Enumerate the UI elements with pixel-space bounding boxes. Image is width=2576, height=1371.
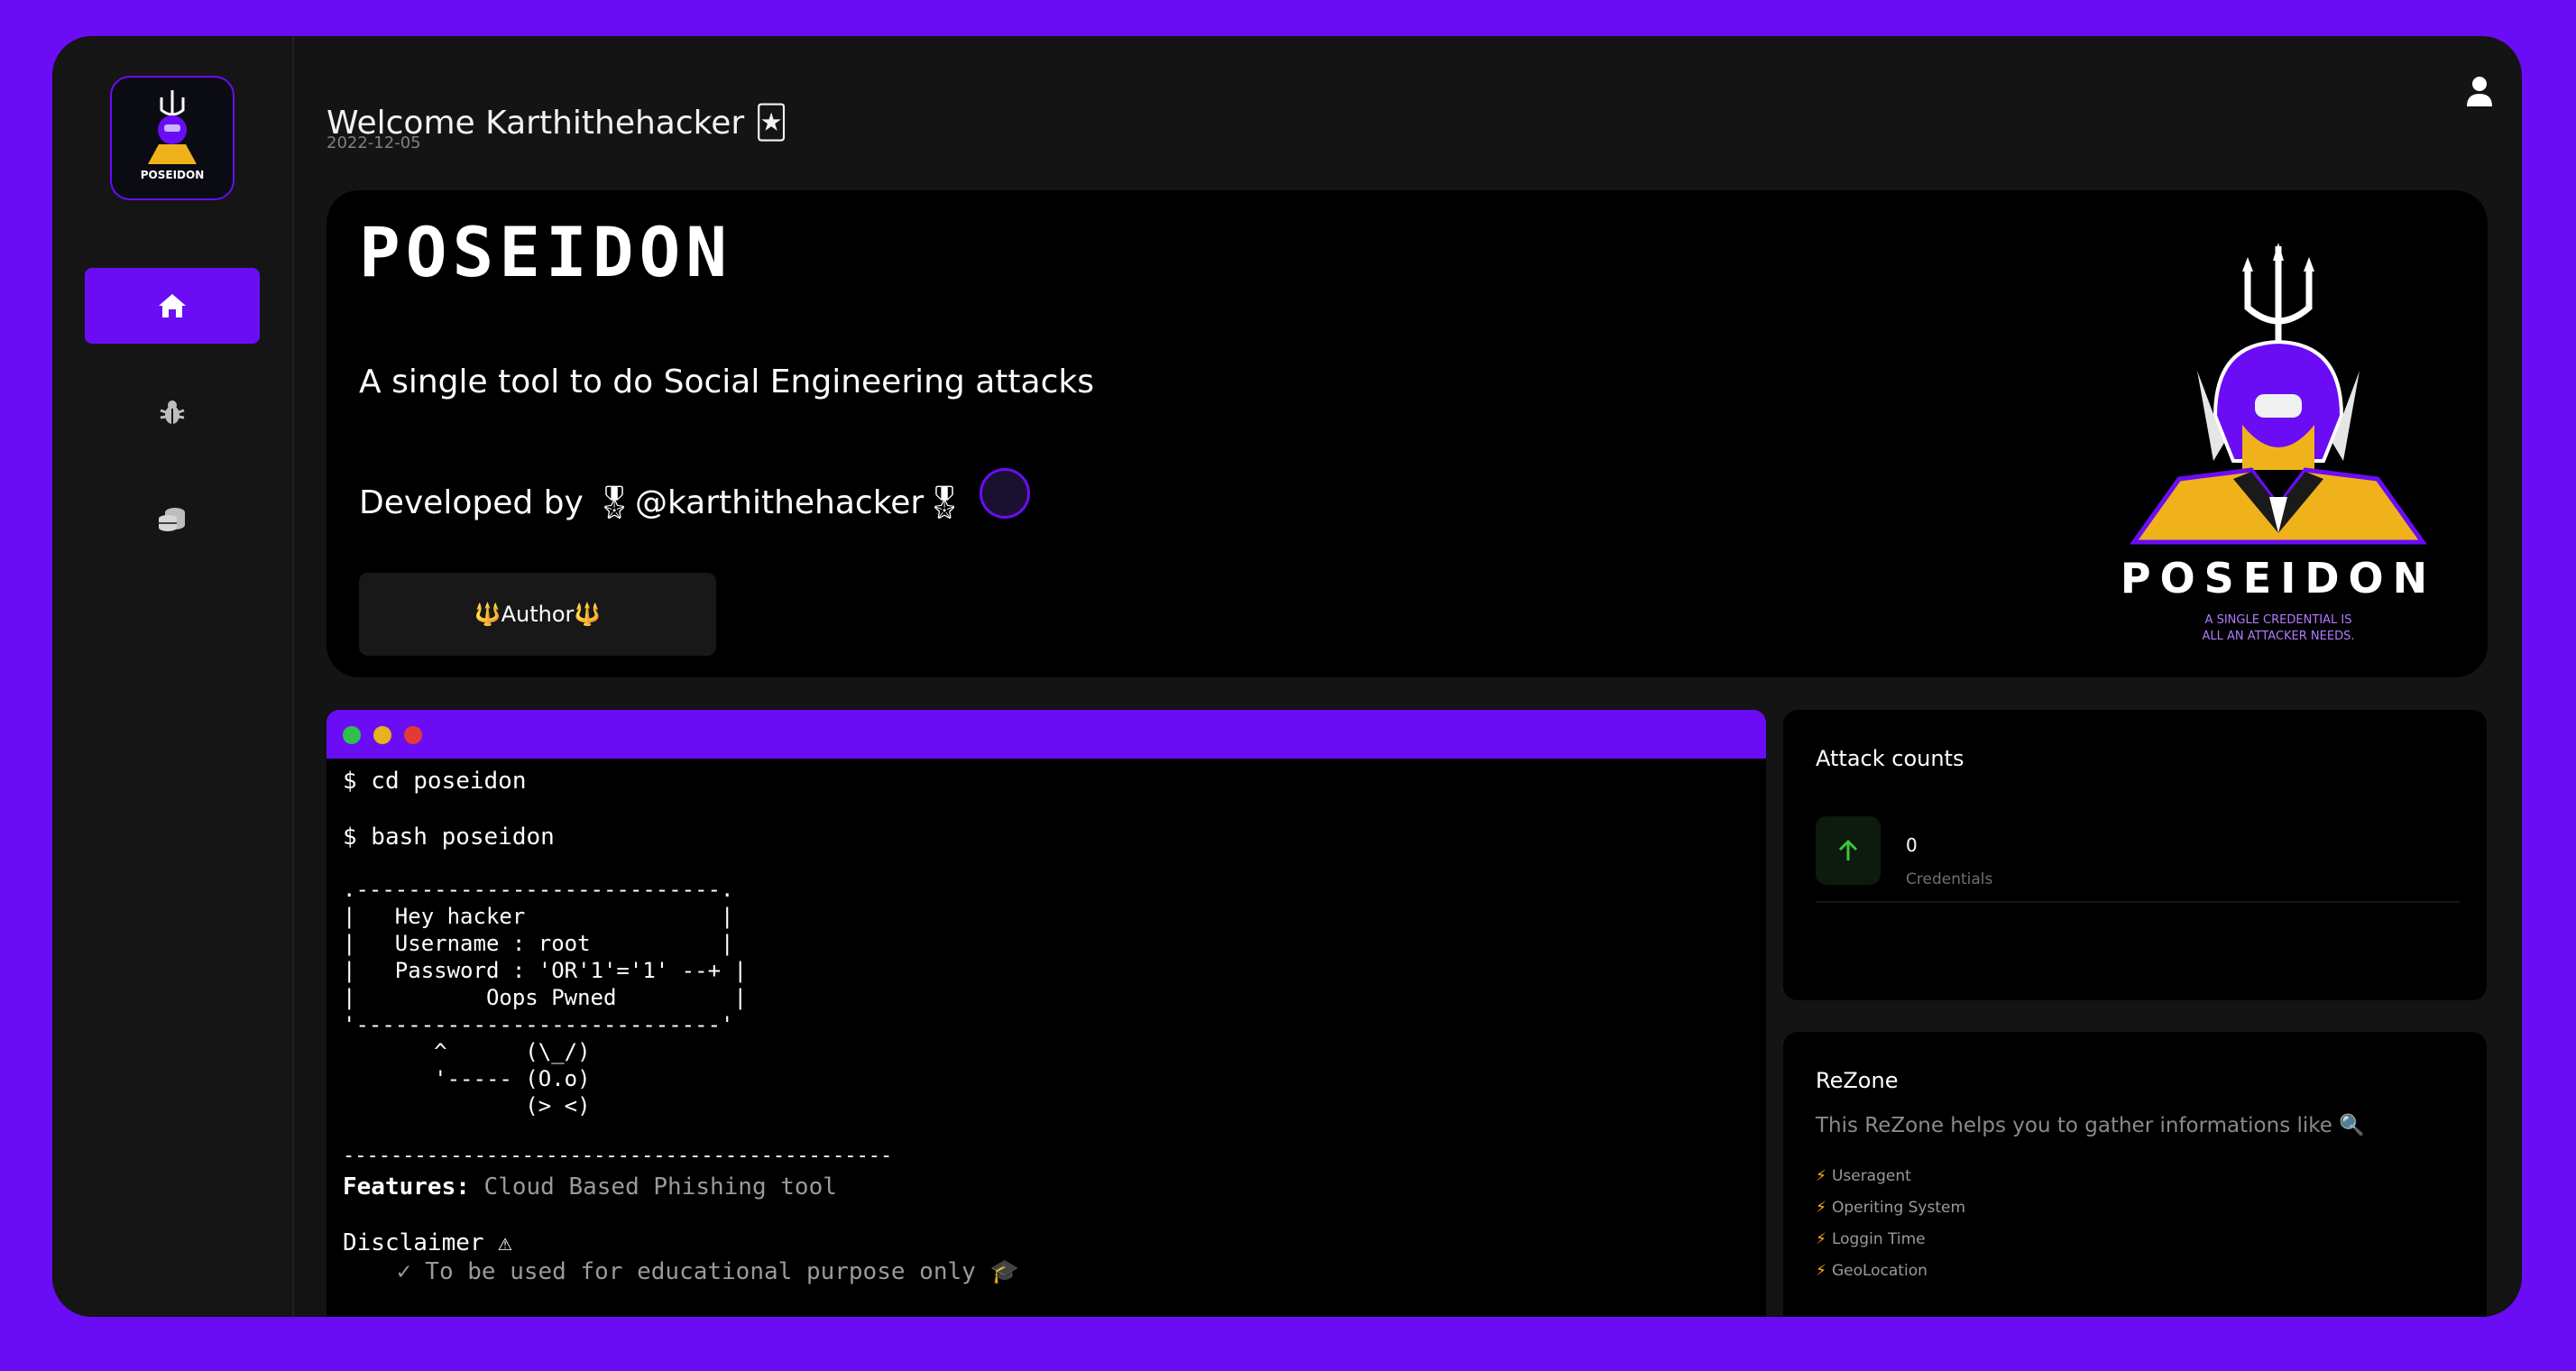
home-icon	[159, 294, 186, 317]
list-item: ⚡ Operiting System	[1816, 1199, 1966, 1217]
developer-credit-text: Developed by 🎖@karthithehacker🎖	[359, 484, 965, 521]
lightning-icon: ⚡	[1816, 1199, 1826, 1217]
list-item: ⚡ Loggin Time	[1816, 1230, 1926, 1248]
developer-credit: Developed by 🎖@karthithehacker🎖	[359, 468, 1030, 528]
app-window: POSEIDON Welcome Karthithehacker 🃏 2022-…	[52, 36, 2522, 1317]
sidebar-item-home[interactable]	[85, 268, 260, 344]
divider	[1816, 901, 2460, 903]
arrow-up-icon	[1816, 816, 1881, 885]
window-close-dot[interactable]	[404, 726, 422, 744]
poseidon-logo-icon: POSEIDON	[141, 90, 205, 181]
database-icon	[159, 508, 185, 531]
lightning-icon: ⚡	[1816, 1167, 1826, 1185]
mascot-tagline-2: ALL AN ATTACKER NEEDS.	[2203, 630, 2355, 643]
list-item: ⚡ GeoLocation	[1816, 1262, 1927, 1280]
rezone-title: ReZone	[1816, 1068, 1899, 1093]
author-button[interactable]: 🔱Author🔱	[359, 573, 716, 656]
hero-subtitle: A single tool to do Social Engineering a…	[359, 363, 1094, 400]
list-item: ⚡ Useragent	[1816, 1167, 1911, 1185]
mascot-logo-title: POSEIDON	[2121, 554, 2436, 603]
terminal-output: $ cd poseidon $ bash poseidon .---------…	[343, 768, 1750, 1317]
terminal-command: $ bash poseidon	[343, 824, 555, 851]
ascii-art: .----------------------------. | Hey hac…	[343, 877, 747, 1118]
attack-counts-panel: Attack counts 0 Credentials	[1783, 710, 2487, 1000]
sidebar: POSEIDON	[52, 36, 294, 1317]
sidebar-item-database[interactable]	[85, 482, 260, 557]
hero-banner: POSEIDON A single tool to do Social Engi…	[327, 190, 2488, 677]
user-profile-icon[interactable]	[2464, 74, 2495, 110]
disclaimer-heading: Disclaimer ⚠	[343, 1229, 512, 1256]
window-maximize-dot[interactable]	[343, 726, 361, 744]
credentials-label: Credentials	[1906, 870, 1993, 888]
mascot-tagline-1: A SINGLE CREDENTIAL IS	[2205, 613, 2352, 627]
lightning-icon: ⚡	[1816, 1262, 1826, 1280]
bug-icon	[160, 400, 185, 424]
terminal-divider: ----------------------------------------…	[343, 1145, 893, 1167]
hero-title: POSEIDON	[359, 212, 733, 292]
features-label: Features:	[343, 1173, 470, 1201]
attack-counts-title: Attack counts	[1816, 746, 1964, 771]
window-minimize-dot[interactable]	[373, 726, 391, 744]
svg-text:POSEIDON: POSEIDON	[141, 169, 205, 181]
lightning-icon: ⚡	[1816, 1230, 1826, 1248]
disclaimer-item: ✓ To be used for educational purpose onl…	[397, 1258, 1019, 1285]
terminal-command: $ cd poseidon	[343, 768, 527, 795]
terminal-titlebar	[327, 710, 1766, 759]
rezone-description: This ReZone helps you to gather informat…	[1816, 1114, 2365, 1137]
current-date: 2022-12-05	[327, 133, 421, 152]
app-logo[interactable]: POSEIDON	[110, 76, 235, 200]
terminal-window: $ cd poseidon $ bash poseidon .---------…	[327, 710, 1766, 1317]
rezone-feature-list: ⚡ Useragent ⚡ Operiting System ⚡ Loggin Tim…	[1816, 1167, 1965, 1293]
poseidon-mascot-logo: POSEIDON A SINGLE CREDENTIAL IS ALL AN A…	[2121, 243, 2436, 643]
rezone-panel: ReZone This ReZone helps you to gather i…	[1783, 1032, 2487, 1317]
developer-avatar[interactable]	[979, 468, 1030, 519]
features-line: Features: Cloud Based Phishing tool	[343, 1173, 837, 1201]
credentials-count: 0	[1906, 834, 1918, 856]
features-value: Cloud Based Phishing tool	[469, 1173, 837, 1201]
sidebar-item-attacks[interactable]	[85, 374, 260, 450]
